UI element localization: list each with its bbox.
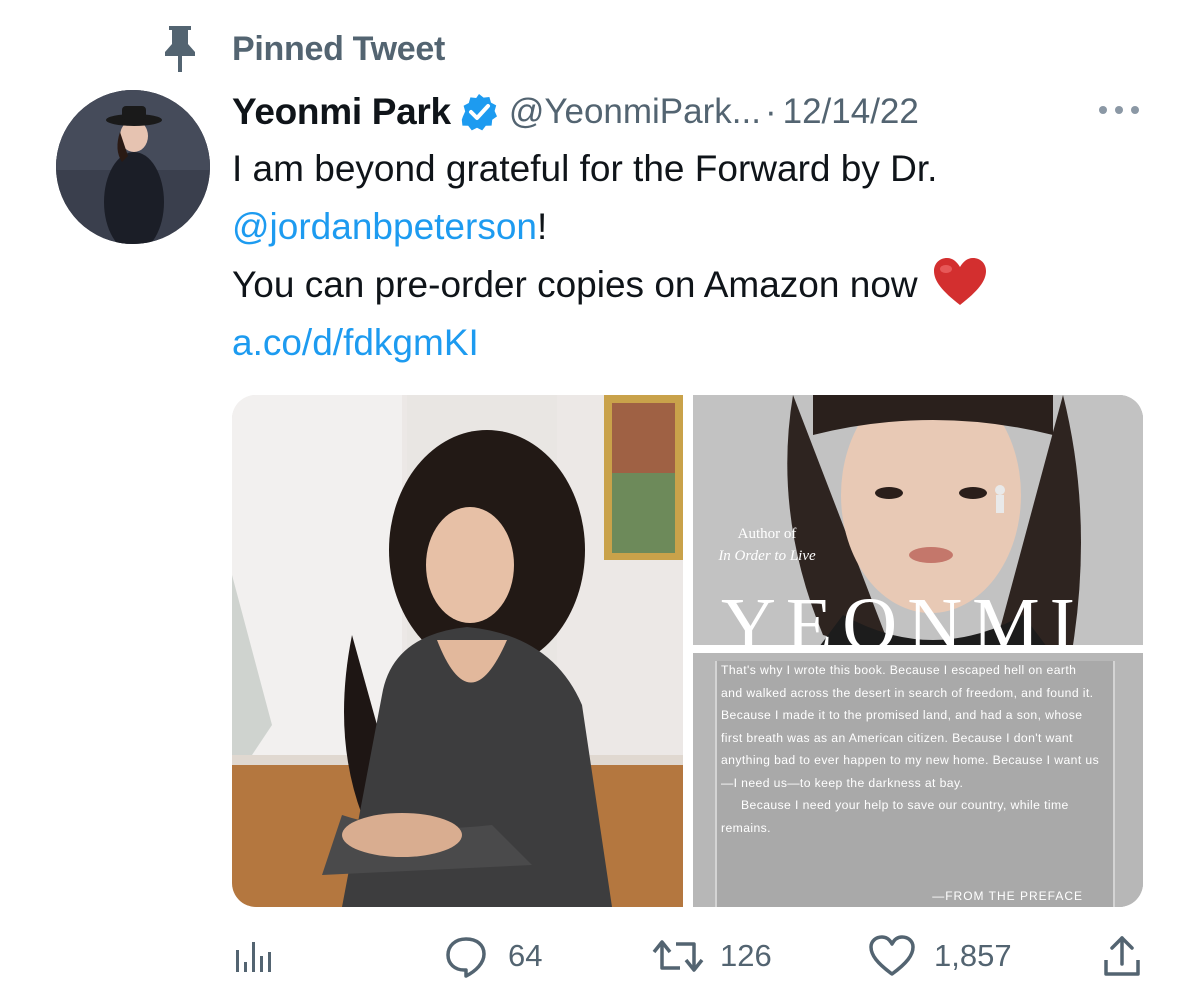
reply-button[interactable]: 64	[444, 928, 542, 984]
tweet-line-1: I am beyond grateful for the Forward by …	[232, 148, 938, 189]
pin-icon	[165, 26, 195, 72]
book-author-tagline: Author of In Order to Live	[707, 523, 827, 567]
analytics-button[interactable]	[232, 928, 272, 984]
book-author-line-1: Author of	[737, 526, 797, 542]
book-quote-paragraph-1: That's why I wrote this book. Because I …	[721, 663, 1100, 790]
tweet-line-3: You can pre-order copies on Amazon now	[232, 256, 1172, 314]
retweet-button[interactable]: 126	[652, 928, 772, 984]
like-button[interactable]: 1,857	[868, 928, 1012, 984]
book-quote-paragraph-2: Because I need your help to save our cou…	[721, 798, 1069, 835]
share-icon	[1104, 936, 1140, 976]
verified-badge-icon	[461, 94, 497, 131]
red-heart-emoji-icon	[933, 258, 986, 305]
tweet-media[interactable]: Author of In Order to Live YEONMI That's…	[232, 395, 1143, 907]
pinned-label: Pinned Tweet	[232, 29, 446, 68]
mention-link[interactable]: @jordanbpeterson	[232, 206, 537, 247]
tweet-actions: 64 126 1,857	[232, 928, 1143, 984]
book-quote: That's why I wrote this book. Because I …	[721, 659, 1101, 839]
more-options-icon[interactable]	[1095, 100, 1143, 120]
book-title: YEONMI	[721, 587, 1085, 649]
avatar[interactable]	[56, 90, 210, 244]
tweet-header: Yeonmi Park @YeonmiPark... · 12/14/22	[232, 84, 919, 140]
tweet-line-2: @jordanbpeterson!	[232, 198, 1172, 256]
mention-suffix: !	[536, 206, 548, 247]
media-divider	[683, 395, 693, 907]
author-handle[interactable]: @YeonmiPark...	[509, 92, 761, 132]
retweet-icon	[652, 940, 704, 972]
author-name[interactable]: Yeonmi Park	[232, 91, 451, 133]
book-author-line-2: In Order to Live	[718, 548, 816, 564]
reply-icon	[446, 937, 486, 978]
tweet-line-3-text: You can pre-order copies on Amazon now	[232, 264, 918, 305]
share-button[interactable]	[1102, 928, 1142, 984]
retweet-count: 126	[720, 938, 772, 973]
reply-count: 64	[508, 938, 543, 973]
like-count: 1,857	[934, 938, 1012, 973]
pinned-indicator: Pinned Tweet	[160, 24, 445, 74]
heart-icon	[869, 935, 915, 976]
analytics-icon	[236, 942, 271, 972]
amazon-link[interactable]: a.co/d/fdkgmKI	[232, 322, 479, 363]
avatar-image	[56, 90, 210, 244]
tweet-date[interactable]: 12/14/22	[783, 92, 919, 132]
header-separator: ·	[764, 92, 777, 131]
tweet-body: I am beyond grateful for the Forward by …	[232, 140, 1172, 372]
book-quote-source: —FROM THE PREFACE	[932, 889, 1083, 903]
photo-portrait[interactable]	[232, 395, 683, 907]
tweet-line-4: a.co/d/fdkgmKI	[232, 314, 1172, 372]
photo-book-cover[interactable]: Author of In Order to Live YEONMI That's…	[693, 395, 1143, 907]
portrait-image	[232, 395, 683, 907]
